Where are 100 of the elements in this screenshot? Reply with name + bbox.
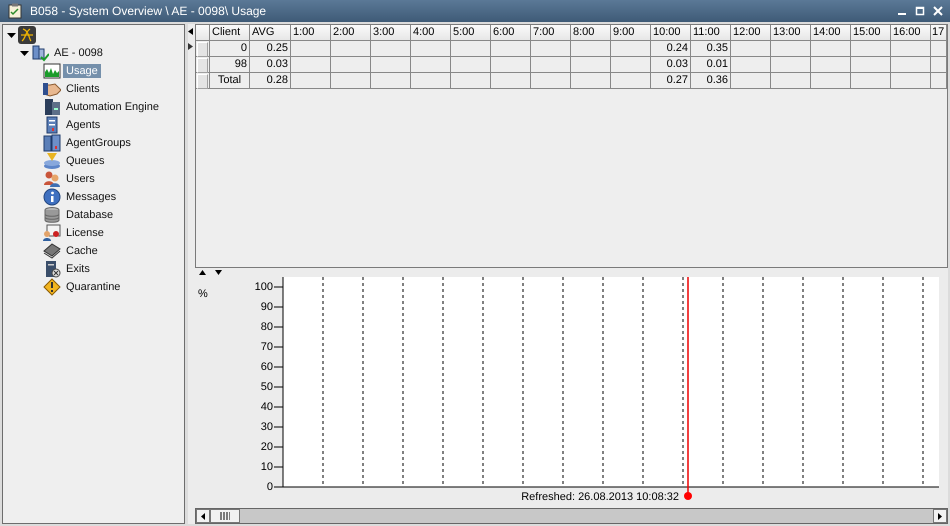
table-cell xyxy=(771,57,811,73)
close-icon[interactable] xyxy=(932,5,944,17)
expand-toggle-icon[interactable] xyxy=(20,48,29,58)
engine-logo-icon xyxy=(18,26,36,44)
table-cell xyxy=(331,73,371,89)
column-header: 1:00 xyxy=(291,25,331,41)
row-header[interactable] xyxy=(197,42,208,57)
tree-item[interactable]: Messages xyxy=(63,190,120,204)
row-header[interactable] xyxy=(197,74,208,89)
scroll-thumb[interactable] xyxy=(210,509,240,523)
tree-item[interactable]: Cache xyxy=(63,244,101,258)
certificate-icon xyxy=(43,224,61,242)
column-header: 12:00 xyxy=(731,25,771,41)
tree-item[interactable]: Agents xyxy=(63,118,104,132)
y-axis-label: % xyxy=(198,288,208,300)
table-cell xyxy=(371,73,411,89)
column-header: 13:00 xyxy=(771,25,811,41)
warning-icon xyxy=(43,278,61,296)
table-cell xyxy=(451,41,491,57)
table-cell xyxy=(931,41,947,57)
table-cell xyxy=(611,41,651,57)
server-check-icon xyxy=(31,44,49,62)
right-arrow-icon xyxy=(938,512,942,520)
table-cell: 0.03 xyxy=(651,57,691,73)
y-tick-label: 10 xyxy=(260,461,273,473)
column-header: 14:00 xyxy=(811,25,851,41)
table-cell: 0.28 xyxy=(250,73,291,89)
table-cell xyxy=(811,73,851,89)
table-cell xyxy=(411,73,451,89)
scroll-left-icon[interactable] xyxy=(188,28,193,35)
column-header: AVG xyxy=(250,25,291,41)
table-cell: 0.36 xyxy=(691,73,731,89)
tree-item[interactable]: License xyxy=(63,226,107,240)
column-header: 17 xyxy=(931,25,947,41)
database-icon xyxy=(43,206,61,224)
y-tick-label: 0 xyxy=(266,481,273,493)
table-cell xyxy=(451,57,491,73)
y-tick-label: 90 xyxy=(260,301,273,313)
scroll-right-button[interactable] xyxy=(933,509,947,523)
table-cell xyxy=(331,57,371,73)
grip-icon xyxy=(220,512,230,520)
users-icon xyxy=(43,170,61,188)
column-header: 4:00 xyxy=(411,25,451,41)
table-cell xyxy=(851,41,891,57)
table-cell xyxy=(771,41,811,57)
scroll-left-button[interactable] xyxy=(196,509,210,523)
table-cell xyxy=(771,73,811,89)
table-cell xyxy=(491,57,531,73)
tree-item[interactable]: Exits xyxy=(63,262,93,276)
table-cell xyxy=(611,73,651,89)
tree-item[interactable]: Queues xyxy=(63,154,108,168)
table-cell xyxy=(851,73,891,89)
hand-icon xyxy=(43,80,61,98)
tree-item[interactable]: AgentGroups xyxy=(63,136,134,150)
table-cell xyxy=(571,73,611,89)
row-header[interactable] xyxy=(197,58,208,73)
refresh-status: Refreshed: 26.08.2013 10:08:32 xyxy=(521,491,679,503)
table-cell xyxy=(371,57,411,73)
clipboard-icon xyxy=(8,3,22,19)
table-cell: 0 xyxy=(210,41,250,57)
column-header: 8:00 xyxy=(571,25,611,41)
column-header: 10:00 xyxy=(651,25,691,41)
tree-item[interactable]: Database xyxy=(63,208,116,222)
maximize-icon[interactable] xyxy=(914,5,926,17)
tree-item[interactable]: Users xyxy=(63,172,98,186)
column-header: 6:00 xyxy=(491,25,531,41)
table-cell xyxy=(331,41,371,57)
left-arrow-icon xyxy=(201,512,205,520)
table-cell xyxy=(731,73,771,89)
column-header: 7:00 xyxy=(531,25,571,41)
column-header: 9:00 xyxy=(611,25,651,41)
table-cell: 0.24 xyxy=(651,41,691,57)
table-cell: 0.35 xyxy=(691,41,731,57)
table-cell xyxy=(291,41,331,57)
chart-icon xyxy=(43,62,61,80)
table-cell xyxy=(931,73,947,89)
y-tick-label: 60 xyxy=(260,361,273,373)
table-cell xyxy=(931,57,947,73)
tree-item[interactable]: Clients xyxy=(63,82,103,96)
horizontal-scrollbar[interactable] xyxy=(195,508,948,524)
tree-item[interactable]: AE - 0098 xyxy=(51,46,106,60)
stack-icon xyxy=(43,152,61,170)
table-cell: 98 xyxy=(210,57,250,73)
table-cell xyxy=(531,57,571,73)
y-tick-label: 40 xyxy=(260,401,273,413)
table-cell xyxy=(531,41,571,57)
column-header: 2:00 xyxy=(331,25,371,41)
tree-item[interactable]: Quarantine xyxy=(63,280,124,294)
expand-toggle-icon[interactable] xyxy=(7,30,16,40)
table-cell xyxy=(891,73,931,89)
table-cell xyxy=(371,41,411,57)
table-cell xyxy=(851,57,891,73)
table-cell xyxy=(731,41,771,57)
table-cell xyxy=(891,57,931,73)
table-cell xyxy=(811,41,851,57)
table-cell: 0.03 xyxy=(250,57,291,73)
tree-item[interactable]: Automation Engine xyxy=(63,100,162,114)
column-header: 11:00 xyxy=(691,25,731,41)
y-tick-label: 100 xyxy=(254,281,273,293)
table-cell xyxy=(571,41,611,57)
